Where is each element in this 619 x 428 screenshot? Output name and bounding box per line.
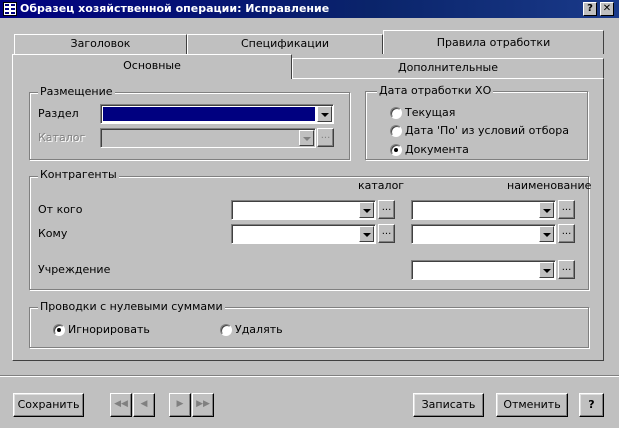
chevron-down-icon[interactable] [359,226,374,242]
radio-delete[interactable]: Удалять [220,323,340,337]
record-button-label: Записать [421,398,476,411]
catalog-label: Каталог [38,131,86,144]
tab-header-label: Заголовок [70,37,131,50]
radio-document-date[interactable]: Документа [390,143,580,157]
to-label: Кому [38,227,68,240]
nav-prev-button[interactable]: ◀ [133,393,155,417]
nav-next-button[interactable]: ▶ [169,393,191,417]
section-combo[interactable] [100,104,334,124]
cancel-button-label: Отменить [503,398,561,411]
nav-last-icon: ▶▶ [196,399,210,409]
from-name-combo[interactable] [411,200,556,220]
catalog-combo[interactable] [100,128,316,148]
institution-label: Учреждение [38,263,111,276]
tab-header[interactable]: Заголовок [14,34,187,54]
chevron-down-icon[interactable] [539,226,554,242]
help-icon: ? [587,3,593,14]
section-label: Раздел [38,107,79,120]
radio-circle-checked [390,144,402,156]
app-grid-icon [3,2,17,16]
chevron-down-icon[interactable] [317,106,332,122]
radio-filter-date[interactable]: Дата 'По' из условий отбора [390,124,580,138]
nav-first-button[interactable]: ◀◀ [110,393,132,417]
from-catalog-browse-label: ... [381,202,392,213]
from-name-browse-label: ... [561,202,572,213]
radio-circle-checked [53,324,65,336]
institution-browse-button[interactable]: ... [558,260,575,279]
chevron-down-icon[interactable] [299,130,314,146]
nav-first-icon: ◀◀ [114,399,128,409]
from-catalog-combo[interactable] [231,200,376,220]
tab-specifications[interactable]: Спецификации [187,34,383,54]
radio-filter-date-label: Дата 'По' из условий отбора [405,124,569,137]
chevron-down-icon[interactable] [539,262,554,278]
help-icon: ? [588,398,595,411]
zero-postings-legend: Проводки с нулевыми суммами [38,300,225,313]
chevron-down-icon[interactable] [359,202,374,218]
tab-main-label: Основные [123,59,181,72]
footer-separator [0,375,619,377]
catalog-browse-label: ... [320,130,331,141]
catalog-browse-button[interactable]: ... [317,128,334,147]
radio-document-date-label: Документа [405,143,469,156]
help-button[interactable]: ? [579,393,604,417]
close-button[interactable]: ✕ [600,2,614,16]
cancel-button[interactable]: Отменить [496,393,568,417]
radio-delete-label: Удалять [235,323,283,336]
to-catalog-browse-button[interactable]: ... [378,224,395,243]
tab-additional-label: Дополнительные [398,61,498,74]
institution-combo[interactable] [411,260,556,280]
save-button[interactable]: Сохранить [13,393,84,417]
processing-date-legend: Дата отработки ХО [377,84,494,97]
placement-group [29,92,350,160]
chevron-down-icon[interactable] [539,202,554,218]
nav-prev-icon: ◀ [140,399,148,409]
radio-circle [220,324,232,336]
nav-last-button[interactable]: ▶▶ [192,393,214,417]
radio-circle [390,107,402,119]
help-title-button[interactable]: ? [583,2,597,16]
nav-next-icon: ▶ [176,399,184,409]
tab-main[interactable]: Основные [12,54,292,79]
section-combo-value [103,107,315,121]
window-title: Образец хозяйственной операции: Исправле… [20,2,330,15]
to-catalog-browse-label: ... [381,226,392,237]
tab-additional[interactable]: Дополнительные [292,58,604,78]
radio-current-date-label: Текущая [405,106,456,119]
save-button-label: Сохранить [17,398,80,411]
to-name-browse-label: ... [561,226,572,237]
counterparties-legend: Контрагенты [38,168,119,181]
tab-processing-rules[interactable]: Правила отработки [383,30,604,54]
tab-processing-rules-label: Правила отработки [436,36,551,49]
column-catalog-header: каталог [358,179,405,192]
from-label: От кого [38,203,83,216]
title-bar: Образец хозяйственной операции: Исправле… [0,0,619,18]
institution-browse-label: ... [561,262,572,273]
to-catalog-combo[interactable] [231,224,376,244]
radio-current-date[interactable]: Текущая [390,106,580,120]
placement-legend: Размещение [38,85,115,98]
close-icon: ✕ [602,3,612,14]
from-catalog-browse-button[interactable]: ... [378,200,395,219]
radio-ignore-label: Игнорировать [68,323,150,336]
radio-circle [390,125,402,137]
to-name-browse-button[interactable]: ... [558,224,575,243]
radio-ignore[interactable]: Игнорировать [53,323,203,337]
to-name-combo[interactable] [411,224,556,244]
tab-specifications-label: Спецификации [241,37,329,50]
column-name-header: наименование [507,179,592,192]
record-button[interactable]: Записать [413,393,484,417]
from-name-browse-button[interactable]: ... [558,200,575,219]
